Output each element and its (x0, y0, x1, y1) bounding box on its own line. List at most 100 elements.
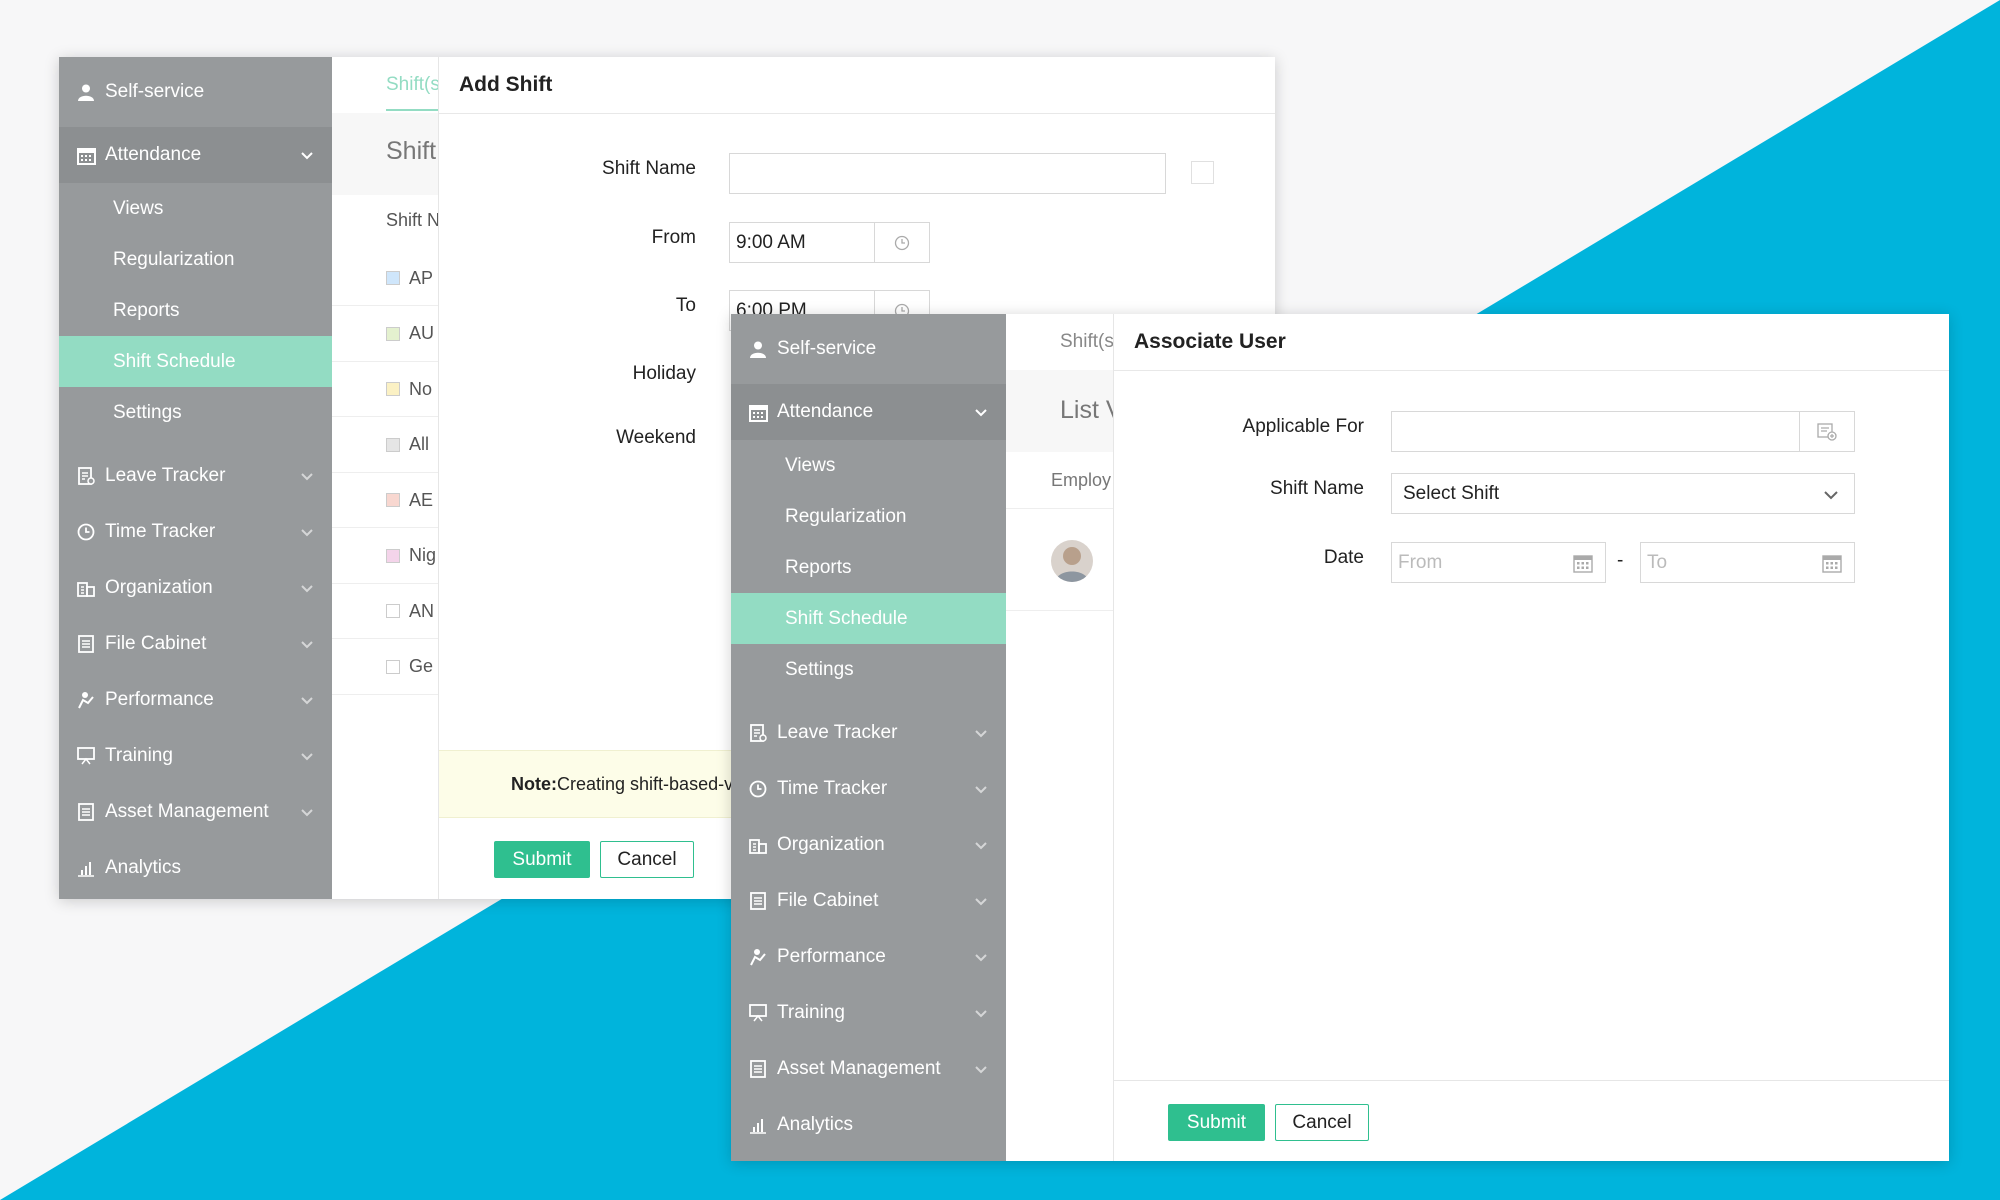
sidebar-item-file-cabinet[interactable]: File Cabinet (59, 616, 332, 672)
performance-icon (748, 947, 768, 967)
sidebar-item-file-cabinet[interactable]: File Cabinet (731, 873, 1006, 929)
sidebar-subitem-reports[interactable]: Reports (731, 542, 1006, 593)
associate-user-window: Self-service Attendance Views Regulariza… (731, 314, 1949, 1161)
sidebar-item-attendance[interactable]: Attendance (59, 127, 332, 183)
sidebar-item-asset-management[interactable]: Asset Management (59, 784, 332, 840)
modal-title: Associate User (1114, 314, 1949, 371)
asset-icon (748, 1059, 768, 1079)
sidebar-subitem-settings[interactable]: Settings (731, 644, 1006, 695)
person-icon (76, 82, 96, 102)
chevron-down-icon[interactable] (298, 691, 316, 709)
cancel-button[interactable]: Cancel (1275, 1104, 1369, 1141)
chevron-down-icon[interactable] (972, 1004, 990, 1022)
list-item[interactable]: AN (386, 583, 434, 639)
date-from-input[interactable]: From (1391, 542, 1606, 583)
calendar-icon[interactable] (1822, 553, 1842, 573)
user-list-icon[interactable] (1799, 412, 1854, 451)
shift-select[interactable]: Select Shift (1391, 473, 1855, 514)
cancel-button[interactable]: Cancel (600, 841, 694, 878)
sidebar-item-organization[interactable]: Organization (59, 560, 332, 616)
list-item[interactable]: Nig (386, 528, 436, 584)
sidebar-subitem-regularization[interactable]: Regularization (59, 234, 332, 285)
list-item[interactable]: No (386, 361, 432, 417)
file-icon (748, 891, 768, 911)
chevron-down-icon[interactable] (972, 780, 990, 798)
chevron-down-icon[interactable] (972, 724, 990, 742)
list-item[interactable]: AU (386, 306, 434, 362)
chevron-down-icon[interactable] (972, 403, 990, 421)
date-from-placeholder: From (1398, 551, 1443, 573)
sidebar-subitem-reports[interactable]: Reports (59, 285, 332, 336)
sidebar-subitem-settings[interactable]: Settings (59, 387, 332, 438)
person-icon (748, 339, 768, 359)
sidebar-item-performance[interactable]: Performance (731, 929, 1006, 985)
from-time-input[interactable]: 9:00 AM (729, 222, 930, 263)
list-item[interactable]: All (386, 417, 429, 473)
list-item[interactable]: AP (386, 250, 433, 306)
sidebar-item-analytics[interactable]: Analytics (59, 840, 332, 896)
row-divider (332, 693, 452, 695)
chevron-down-icon[interactable] (298, 146, 316, 164)
list-item-label: Ge (409, 656, 434, 676)
sidebar-item-label: File Cabinet (777, 890, 879, 911)
chevron-down-icon[interactable] (972, 1060, 990, 1078)
bar-chart-icon (748, 1115, 768, 1135)
sidebar-item-asset-management[interactable]: Asset Management (731, 1041, 1006, 1097)
list-item-label: Nig (409, 545, 437, 565)
sidebar-item-performance[interactable]: Performance (59, 672, 332, 728)
tab-shifts[interactable]: Shift(s (386, 74, 440, 96)
sidebar-subitem-shift-schedule[interactable]: Shift Schedule (59, 336, 332, 387)
applicable-for-input[interactable] (1391, 411, 1855, 452)
sidebar-item-organization[interactable]: Organization (731, 817, 1006, 873)
shift-name-input[interactable] (729, 153, 1166, 194)
sidebar: Self-service Attendance Views Regulariza… (731, 314, 1006, 1161)
sidebar-item-analytics[interactable]: Analytics (731, 1097, 1006, 1153)
sidebar-item-leave-tracker[interactable]: Leave Tracker (59, 448, 332, 504)
sidebar-item-training[interactable]: Training (731, 985, 1006, 1041)
list-item[interactable]: AE (386, 472, 433, 528)
sidebar-item-attendance[interactable]: Attendance (731, 384, 1006, 440)
sidebar-item-time-tracker[interactable]: Time Tracker (59, 504, 332, 560)
chevron-down-icon[interactable] (298, 523, 316, 541)
calendar-icon[interactable] (1573, 553, 1593, 573)
clock-icon[interactable] (874, 223, 929, 262)
shift-name-label: Shift Name (1270, 478, 1364, 499)
sidebar-subitem-shift-schedule[interactable]: Shift Schedule (731, 593, 1006, 644)
sidebar-item-label: Performance (777, 946, 886, 967)
chevron-down-icon[interactable] (298, 747, 316, 765)
chevron-down-icon[interactable] (972, 948, 990, 966)
chevron-down-icon[interactable] (298, 635, 316, 653)
list-item-label: AE (409, 489, 434, 510)
sidebar-item-label: Attendance (105, 144, 202, 165)
chevron-down-icon[interactable] (298, 803, 316, 821)
date-to-placeholder: To (1647, 551, 1668, 573)
date-separator: - (1617, 550, 1624, 571)
chevron-down-icon[interactable] (298, 467, 316, 485)
tab-shifts[interactable]: Shift(s (1060, 331, 1114, 353)
sidebar-item-label: Attendance (777, 401, 874, 422)
date-to-input[interactable]: To (1640, 542, 1855, 583)
performance-icon (76, 690, 96, 710)
sidebar-item-self-service[interactable]: Self-service (731, 314, 1006, 384)
shift-color-swatch (386, 271, 400, 285)
leave-icon (76, 466, 96, 486)
chevron-down-icon[interactable] (972, 892, 990, 910)
weekend-label: Weekend (616, 427, 696, 448)
sidebar-item-training[interactable]: Training (59, 728, 332, 784)
chevron-down-icon[interactable] (298, 579, 316, 597)
clock-icon (748, 779, 768, 799)
sidebar-subitem-views[interactable]: Views (731, 440, 1006, 491)
leave-icon (748, 723, 768, 743)
list-item[interactable]: Ge (386, 639, 433, 695)
color-picker-checkbox[interactable] (1191, 161, 1214, 184)
shift-color-swatch (386, 659, 400, 674)
sidebar-item-leave-tracker[interactable]: Leave Tracker (731, 705, 1006, 761)
sidebar-item-time-tracker[interactable]: Time Tracker (731, 761, 1006, 817)
sidebar-subitem-regularization[interactable]: Regularization (731, 491, 1006, 542)
chevron-down-icon[interactable] (972, 836, 990, 854)
sidebar-subitem-views[interactable]: Views (59, 183, 332, 234)
bar-chart-icon (76, 858, 96, 878)
submit-button[interactable]: Submit (1168, 1104, 1265, 1141)
submit-button[interactable]: Submit (494, 841, 590, 878)
sidebar-item-self-service[interactable]: Self-service (59, 57, 332, 127)
